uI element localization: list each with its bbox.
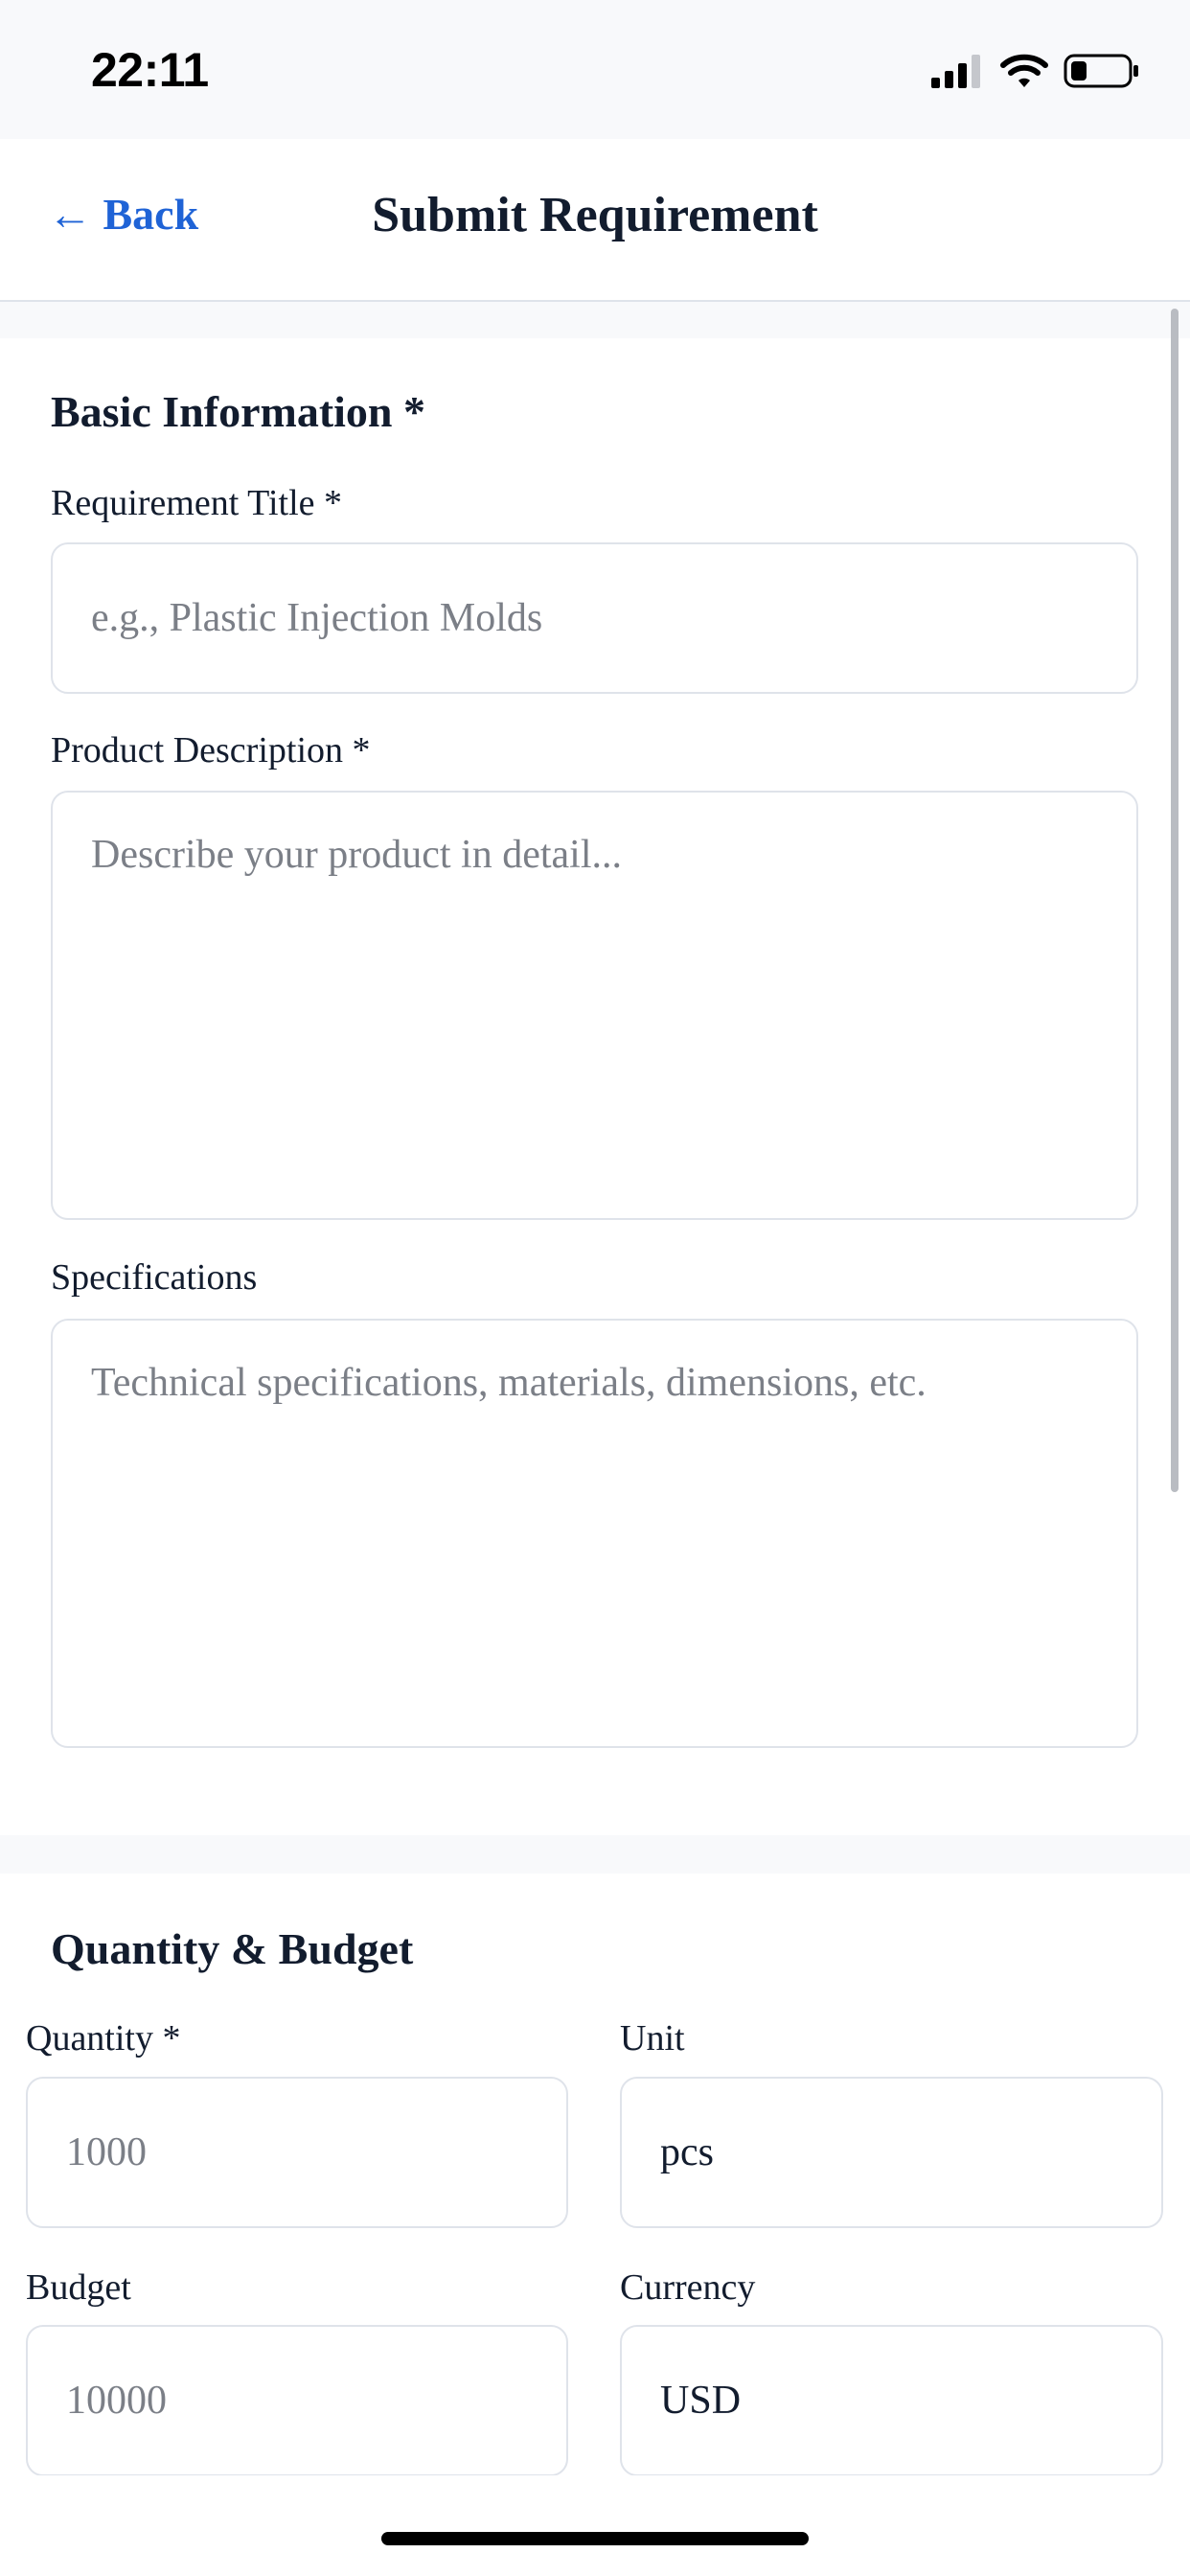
wifi-icon (1000, 54, 1048, 87)
battery-icon (1064, 54, 1138, 88)
specifications-label: Specifications (51, 1257, 258, 1298)
quantity-input[interactable] (26, 2077, 568, 2228)
status-bar: 22:11 (0, 0, 1190, 139)
basic-information-card: Basic Information * Requirement Title * … (0, 338, 1190, 1835)
unit-input[interactable] (620, 2077, 1163, 2228)
quantity-budget-card: Quantity & Budget Quantity * Unit Budget… (0, 1874, 1190, 2576)
requirement-title-label: Requirement Title * (51, 483, 342, 523)
nav-header: ← Back Submit Requirement (0, 139, 1190, 302)
home-indicator[interactable] (381, 2532, 809, 2545)
currency-input[interactable] (620, 2325, 1163, 2476)
cellular-signal-icon (931, 55, 980, 88)
requirement-title-input[interactable] (51, 542, 1138, 694)
quantity-budget-title: Quantity & Budget (51, 1924, 414, 1973)
product-description-label: Product Description * (51, 730, 371, 770)
budget-input[interactable] (26, 2325, 568, 2476)
submit-requirement-screen: 22:11 ← Back Submit Requirement Basic In… (0, 0, 1190, 2576)
quantity-label: Quantity * (26, 2018, 181, 2058)
product-description-textarea[interactable] (51, 791, 1138, 1220)
basic-information-title: Basic Information * (51, 387, 425, 436)
bottom-safe-area (0, 2475, 1190, 2576)
budget-label: Budget (26, 2267, 131, 2308)
section-gap (0, 304, 1190, 338)
status-time: 22:11 (91, 43, 209, 97)
page-title: Submit Requirement (372, 188, 818, 242)
section-gap (0, 1835, 1190, 1874)
currency-label: Currency (620, 2267, 756, 2308)
scrollbar[interactable] (1171, 309, 1179, 1492)
specifications-textarea[interactable] (51, 1319, 1138, 1748)
unit-label: Unit (620, 2018, 685, 2058)
status-icons (931, 50, 1140, 92)
